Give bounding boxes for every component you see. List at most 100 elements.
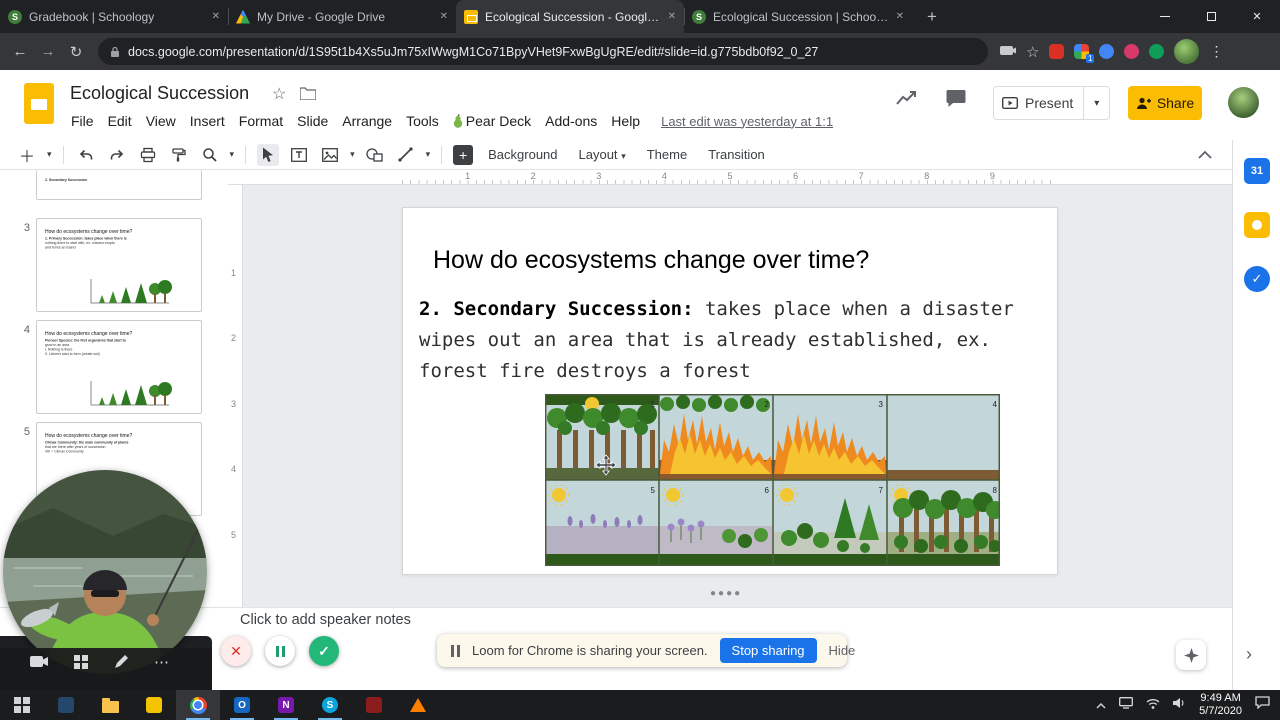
start-button[interactable]: [0, 690, 44, 720]
slide-canvas[interactable]: How do ecosystems change over time? 2. S…: [402, 207, 1058, 575]
tab-gradebook[interactable]: S Gradebook | Schoology ✕: [0, 0, 228, 33]
insert-image-icon[interactable]: [319, 144, 341, 166]
tasks-icon[interactable]: ✓: [1244, 266, 1270, 292]
collapse-panel-icon[interactable]: ›: [1246, 644, 1252, 665]
forward-icon[interactable]: →: [34, 43, 62, 60]
zoom-dropdown[interactable]: ▾: [230, 149, 235, 160]
redo-icon[interactable]: [106, 144, 128, 166]
zoom-icon[interactable]: [199, 144, 221, 166]
slide-thumbnail-3[interactable]: How do ecosystems change over time? 1. P…: [36, 218, 202, 312]
address-bar[interactable]: docs.google.com/presentation/d/1S95t1b4X…: [98, 38, 988, 65]
extension-icon-blue[interactable]: [1099, 44, 1115, 59]
extension-icon-pink[interactable]: [1124, 44, 1140, 59]
slide-thumbnail-4[interactable]: How do ecosystems change over time? Pion…: [36, 320, 202, 414]
extension-icon-red[interactable]: [1049, 44, 1065, 59]
volume-tray-icon[interactable]: [1173, 696, 1186, 714]
select-tool-icon[interactable]: [257, 143, 280, 166]
taskbar-clock[interactable]: 9:49 AM 5/7/2020: [1199, 692, 1242, 718]
background-button[interactable]: Background: [482, 144, 563, 165]
tab-close-icon[interactable]: ✕: [440, 11, 448, 22]
tab-close-icon[interactable]: ✕: [896, 11, 904, 22]
menu-add-ons[interactable]: Add-ons: [538, 110, 604, 132]
extension-icon-green[interactable]: [1149, 44, 1165, 59]
transition-button[interactable]: Transition: [702, 144, 771, 165]
chrome-taskbar-icon[interactable]: [176, 690, 220, 720]
move-folder-icon[interactable]: [300, 87, 316, 100]
keep-icon[interactable]: [1244, 212, 1270, 238]
minimize-button[interactable]: [1142, 0, 1188, 33]
loom-cancel-button[interactable]: ✕: [221, 636, 251, 666]
line-tool-icon[interactable]: [395, 144, 417, 166]
grid-icon[interactable]: [74, 655, 88, 672]
menu-edit[interactable]: Edit: [101, 110, 139, 132]
tab-drive[interactable]: My Drive - Google Drive ✕: [228, 0, 456, 33]
skype-taskbar-icon[interactable]: S: [308, 690, 352, 720]
extension-icon-grid[interactable]: 1: [1074, 44, 1095, 63]
text-box-icon[interactable]: [288, 144, 310, 166]
menu-format[interactable]: Format: [232, 110, 290, 132]
stop-sharing-button[interactable]: Stop sharing: [719, 638, 817, 663]
taskbar-app-red[interactable]: [352, 690, 396, 720]
activity-chart-icon[interactable]: [896, 90, 918, 106]
undo-icon[interactable]: [75, 144, 97, 166]
media-indicator-icon[interactable]: [1000, 45, 1016, 58]
menu-pear-deck[interactable]: Pear Deck: [446, 110, 538, 132]
pear-deck-add-button[interactable]: +: [453, 144, 474, 165]
onenote-taskbar-icon[interactable]: N: [264, 690, 308, 720]
hidden-icons-chevron[interactable]: [1096, 696, 1106, 714]
present-dropdown[interactable]: ▾: [1083, 87, 1109, 119]
speaker-notes-placeholder[interactable]: Click to add speaker notes: [240, 612, 411, 628]
tab-close-icon[interactable]: ✕: [668, 11, 676, 22]
line-dropdown[interactable]: ▾: [426, 149, 431, 160]
network-tray-icon[interactable]: [1146, 696, 1160, 714]
menu-tools[interactable]: Tools: [399, 110, 446, 132]
share-button[interactable]: Share: [1128, 86, 1202, 120]
slide-thumbnail-partial[interactable]: 2. Secondary Succession: [36, 170, 202, 200]
slide-body-text[interactable]: 2. Secondary Succession: takes place whe…: [419, 294, 1037, 387]
explore-button[interactable]: [1176, 640, 1206, 670]
menu-view[interactable]: View: [139, 110, 183, 132]
webcam-bubble[interactable]: [3, 470, 207, 674]
menu-arrange[interactable]: Arrange: [335, 110, 399, 132]
action-center-icon[interactable]: [1255, 696, 1270, 714]
pencil-icon[interactable]: [114, 655, 128, 672]
loom-finish-button[interactable]: ✓: [309, 636, 339, 666]
taskbar-app-yellow[interactable]: [132, 690, 176, 720]
print-icon[interactable]: [137, 144, 159, 166]
menu-insert[interactable]: Insert: [183, 110, 232, 132]
close-button[interactable]: ✕: [1234, 0, 1280, 33]
calendar-icon[interactable]: 31: [1244, 158, 1270, 184]
hide-sharing-bar-link[interactable]: Hide: [829, 643, 856, 658]
layout-button[interactable]: Layout ▾: [573, 144, 632, 165]
outlook-taskbar-icon[interactable]: O: [220, 690, 264, 720]
shape-icon[interactable]: [364, 144, 386, 166]
menu-file[interactable]: File: [64, 110, 101, 132]
image-dropdown[interactable]: ▾: [350, 149, 355, 160]
back-icon[interactable]: ←: [6, 43, 34, 60]
slide-title[interactable]: How do ecosystems change over time?: [433, 246, 869, 275]
new-slide-dropdown[interactable]: ▾: [47, 149, 52, 160]
loom-pause-button[interactable]: [265, 636, 295, 666]
camera-icon[interactable]: [30, 655, 48, 671]
document-title[interactable]: Ecological Succession: [70, 83, 249, 104]
theme-button[interactable]: Theme: [641, 144, 693, 165]
notes-resize-handle[interactable]: ●●●●: [710, 588, 742, 599]
tab-schoology[interactable]: S Ecological Succession | Schoolog ✕: [684, 0, 912, 33]
tab-slides-active[interactable]: Ecological Succession - Google S ✕: [456, 0, 684, 33]
maximize-button[interactable]: [1188, 0, 1234, 33]
succession-image[interactable]: 1 2 3 4 5 6 7 8: [545, 394, 1000, 566]
refresh-icon[interactable]: ↻: [62, 43, 90, 61]
present-button[interactable]: Present ▾: [993, 86, 1111, 120]
new-slide-button[interactable]: ＋: [16, 144, 38, 166]
bookmark-star-icon[interactable]: ☆: [1026, 43, 1039, 61]
slides-logo[interactable]: [24, 83, 54, 124]
display-tray-icon[interactable]: [1119, 696, 1134, 714]
file-explorer-icon[interactable]: [88, 690, 132, 720]
account-avatar[interactable]: [1228, 87, 1259, 118]
last-edit-link[interactable]: Last edit was yesterday at 1:1: [661, 114, 833, 129]
vlc-taskbar-icon[interactable]: [396, 690, 440, 720]
comment-icon[interactable]: [946, 89, 966, 108]
star-document-icon[interactable]: ☆: [272, 84, 286, 104]
paint-format-icon[interactable]: [168, 144, 190, 166]
more-options-icon[interactable]: ⋯: [154, 655, 169, 670]
